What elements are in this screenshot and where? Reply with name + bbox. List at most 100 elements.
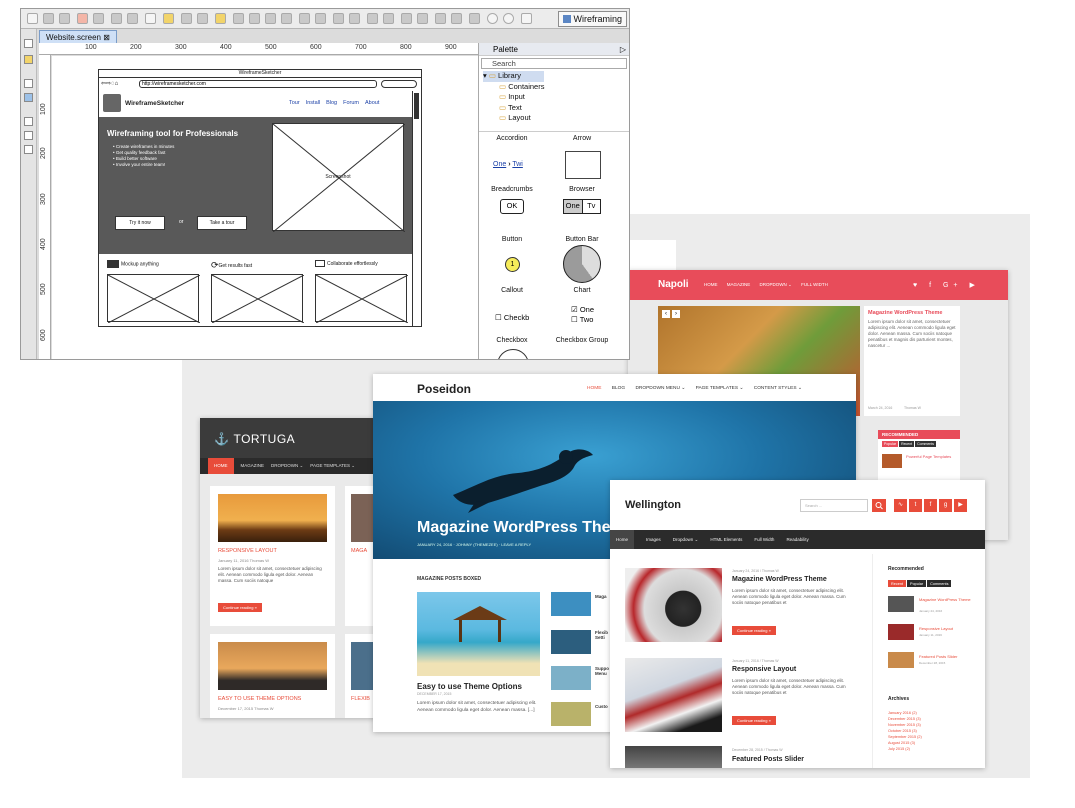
snap-icon[interactable] — [451, 13, 462, 24]
tab-website-screen[interactable]: Website.screen ⊠ — [39, 30, 117, 43]
tortuga-nav-home[interactable]: HOME — [208, 458, 234, 474]
mock-menu-forum[interactable]: Forum — [343, 100, 359, 106]
wellington-nav-readability[interactable]: Readability — [786, 537, 808, 542]
mock-search-field[interactable] — [381, 80, 417, 88]
wellington-nav-home[interactable]: Home — [610, 530, 635, 549]
tool-icon-6[interactable] — [24, 131, 33, 140]
tree-item-layout[interactable]: ▭ Layout — [483, 113, 544, 124]
send-back-icon[interactable] — [383, 13, 394, 24]
wellington-tab-comments[interactable]: Comments — [927, 580, 952, 587]
tortuga-nav-magazine[interactable]: MAGAZINE — [241, 463, 265, 468]
tool-icon-4[interactable] — [24, 93, 33, 102]
napoli-brand[interactable]: Napoli — [658, 279, 689, 290]
napoli-menu-dropdown[interactable]: DROPDOWN ⌄ — [760, 282, 792, 287]
napoli-rec-tab-recent[interactable]: Recent — [899, 441, 915, 447]
edit-icon[interactable] — [163, 13, 174, 24]
googleplus-icon[interactable]: g — [939, 499, 952, 512]
poseidon-menu-styles[interactable]: CONTENT STYLES ⌄ — [754, 386, 802, 391]
poseidon-post-image[interactable] — [417, 592, 540, 676]
tool-icon-1[interactable] — [24, 39, 33, 48]
poseidon-side-title-4[interactable]: Custo — [595, 704, 608, 709]
poseidon-brand[interactable]: Poseidon — [417, 382, 471, 396]
align-top-icon[interactable] — [281, 13, 292, 24]
align-right-icon[interactable] — [265, 13, 276, 24]
napoli-menu-home[interactable]: HOME — [704, 282, 718, 287]
palette-search-input[interactable]: Search — [481, 58, 627, 69]
mock-menu-blog[interactable]: Blog — [326, 100, 337, 106]
mock-try-button[interactable]: Try it now — [115, 216, 165, 230]
preview-icon[interactable] — [521, 13, 532, 24]
tortuga-peek-title-1[interactable]: MAGA — [351, 548, 367, 554]
palette-item-checkbox[interactable]: Checkbox — [481, 337, 543, 344]
palette-item-checkbox-group[interactable]: Checkbox Group — [551, 337, 613, 344]
palette-item-button[interactable]: Button — [481, 236, 543, 243]
pdf-icon[interactable] — [77, 13, 88, 24]
save-icon[interactable] — [43, 13, 54, 24]
group-icon[interactable] — [299, 13, 310, 24]
tortuga-post-1-button[interactable]: Continue reading » — [218, 603, 262, 612]
wellington-rec-item-3[interactable]: Featured Posts Slider — [919, 654, 979, 659]
wellington-nav-dropdown[interactable]: Dropdown ⌄ — [673, 537, 699, 542]
wireframing-perspective-button[interactable]: Wireframing — [558, 11, 627, 27]
wellington-rec-thumb-2[interactable] — [888, 624, 914, 640]
tortuga-post-2-title[interactable]: EASY TO USE THEME OPTIONS — [218, 696, 301, 702]
tortuga-brand[interactable]: ⚓ TORTUGA — [214, 432, 295, 446]
tortuga-peek-title-2[interactable]: FLEXIB — [351, 696, 370, 702]
link-icon[interactable] — [417, 13, 428, 24]
archive-item[interactable]: July 2015 (2) — [888, 746, 922, 752]
tree-item-containers[interactable]: ▭ Containers — [483, 82, 544, 93]
delete-icon[interactable] — [197, 13, 208, 24]
mock-image-placeholder[interactable] — [211, 274, 305, 324]
undo-icon[interactable] — [111, 13, 122, 24]
tortuga-nav-dropdown[interactable]: DROPDOWN ⌄ — [271, 463, 303, 468]
poseidon-hero-title[interactable]: Magazine WordPress Theme — [417, 519, 634, 537]
paste-icon[interactable] — [145, 13, 156, 24]
twitter-icon[interactable]: t — [909, 499, 922, 512]
poseidon-menu-dropdown[interactable]: DROPDOWN MENU ⌄ — [635, 386, 685, 391]
redo-icon[interactable] — [127, 13, 138, 24]
wellington-tab-popular[interactable]: Popular — [907, 580, 927, 587]
palette-item-accordion[interactable]: Accordion — [481, 135, 543, 142]
tool-icon-2[interactable] — [24, 55, 33, 64]
napoli-menu-magazine[interactable]: MAGAZINE — [727, 282, 751, 287]
napoli-rec-item[interactable]: Powerful Page Templates — [906, 454, 952, 459]
mock-menu-tour[interactable]: Tour — [289, 100, 300, 106]
close-icon[interactable]: ⊠ — [103, 33, 110, 42]
design-canvas[interactable]: WireframeSketcher ⇦⇨◌⌂ http://wireframes… — [52, 56, 479, 359]
wellington-brand[interactable]: Wellington — [625, 499, 681, 511]
wellington-post-2-image[interactable] — [625, 658, 722, 732]
wellington-post-1-image[interactable] — [625, 568, 722, 642]
mock-scroll-thumb[interactable] — [414, 93, 419, 119]
wellington-post-1-title[interactable]: Magazine WordPress Theme — [732, 576, 827, 583]
napoli-rec-tab-popular[interactable]: Popular — [882, 441, 899, 447]
palette-item-chart[interactable]: Chart — [551, 287, 613, 294]
palette-item-browser[interactable]: Browser — [551, 186, 613, 193]
align-left-icon[interactable] — [233, 13, 244, 24]
zoom-in-icon[interactable] — [487, 13, 498, 24]
mock-menu-about[interactable]: About — [365, 100, 379, 106]
tortuga-post-1-title[interactable]: RESPONSIVE LAYOUT — [218, 548, 277, 554]
wellington-post-3-title[interactable]: Featured Posts Slider — [732, 756, 804, 763]
poseidon-side-thumb-1[interactable] — [551, 592, 591, 616]
wellington-nav-images[interactable]: Images — [646, 537, 661, 542]
distribute-v-icon[interactable] — [349, 13, 360, 24]
image-icon[interactable] — [93, 13, 104, 24]
tool-icon-5[interactable] — [24, 117, 33, 126]
wellington-rec-thumb-3[interactable] — [888, 652, 914, 668]
napoli-rec-thumb[interactable] — [882, 454, 902, 468]
poseidon-menu-blog[interactable]: BLOG — [612, 386, 625, 391]
napoli-social-icons[interactable]: ♥ f G+ ▶ — [913, 281, 980, 289]
wellington-tab-recent[interactable]: Recent — [888, 580, 907, 587]
tree-item-library[interactable]: ▾ ▭ Library — [483, 71, 545, 82]
wellington-post-3-image[interactable] — [625, 746, 722, 768]
tree-item-text[interactable]: ▭ Text — [483, 103, 544, 114]
poseidon-menu-templates[interactable]: PAGE TEMPLATES ⌄ — [696, 386, 744, 391]
tortuga-nav-templates[interactable]: PAGE TEMPLATES ⌄ — [310, 463, 355, 468]
palette-item-buttonbar[interactable]: Button Bar — [551, 236, 613, 243]
new-file-icon[interactable] — [27, 13, 38, 24]
mock-tour-button[interactable]: Take a tour — [197, 216, 247, 230]
wellington-search-input[interactable]: Search ... — [800, 499, 868, 512]
palette-item-callout[interactable]: Callout — [481, 287, 543, 294]
mock-menu-install[interactable]: Install — [306, 100, 320, 106]
tool-icon-7[interactable] — [24, 145, 33, 154]
